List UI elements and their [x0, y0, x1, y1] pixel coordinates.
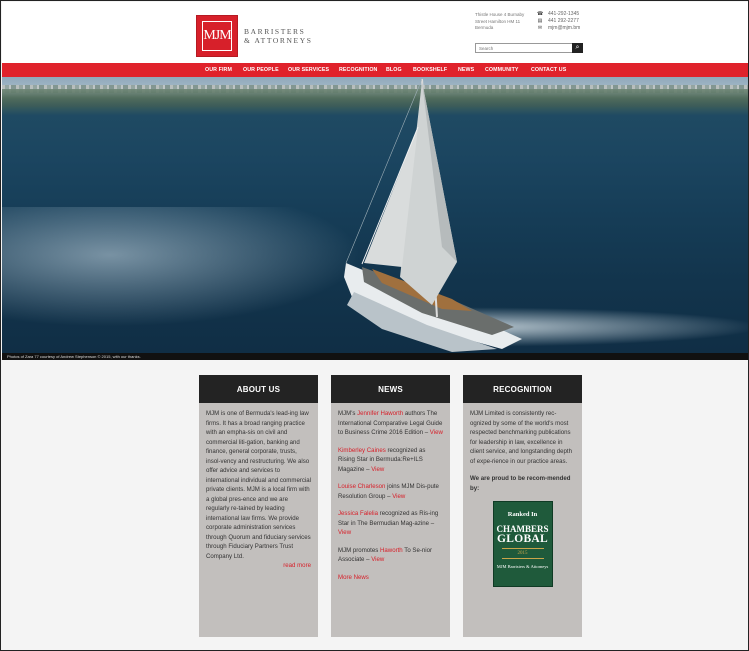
news-view-link[interactable]: View: [430, 429, 443, 436]
email-link[interactable]: mjm@mjm.bm: [548, 25, 580, 32]
about-panel: ABOUT US MJM is one of Bermuda's lead-in…: [199, 375, 318, 637]
news-item: Kimberley Caines recognized as Rising St…: [338, 446, 443, 475]
contact-phone: ☎ 441-292-1345: [537, 11, 580, 18]
fax-icon: ▤: [537, 18, 543, 24]
nav-item-contact-us[interactable]: CONTACT US: [531, 67, 566, 73]
hero-caption: Photos of Zara 77 courtesy of Andrew Ste…: [2, 353, 748, 360]
nav-item-news[interactable]: NEWS: [458, 67, 474, 73]
news-text: MJM's: [338, 410, 358, 417]
badge-line: Ranked In: [507, 511, 538, 518]
badge-line: GLOBAL: [496, 533, 548, 545]
contact-block: ☎ 441-292-1345 ▤ 441 292-2277 ✉ mjm@mjm.…: [537, 11, 580, 32]
news-item: MJM's Jennifer Haworth authors The Inter…: [338, 409, 443, 438]
read-more-link[interactable]: read more: [206, 561, 311, 571]
search-box: ⌕: [475, 43, 583, 53]
hero-slider[interactable]: [2, 77, 748, 353]
recognition-recommended: We are proud to be recom-mended by:: [470, 475, 571, 492]
nav-item-our-firm[interactable]: OUR FIRM: [205, 67, 232, 73]
badge-firm: MJM Barristers & Attorneys: [496, 564, 549, 569]
news-person-link[interactable]: Haworth: [380, 547, 403, 554]
main-nav: OUR FIRM OUR PEOPLE OUR SERVICES RECOGNI…: [2, 63, 748, 77]
news-person-link[interactable]: Jennifer Haworth: [357, 410, 403, 417]
news-person-link[interactable]: Kimberley Caines: [338, 447, 386, 454]
nav-item-blog[interactable]: BLOG: [386, 67, 402, 73]
nav-item-community[interactable]: COMMUNITY: [485, 67, 519, 73]
recognition-body: MJM Limited is consistently rec-ognized …: [463, 403, 582, 593]
news-person-link[interactable]: Louise Charleson: [338, 483, 385, 490]
fax-number: 441 292-2277: [548, 18, 579, 24]
phone-icon: ☎: [537, 11, 544, 17]
nav-item-recognition[interactable]: RECOGNITION: [339, 67, 377, 73]
badge-year: 2015: [501, 547, 544, 559]
news-item: MJM promotes Haworth To Se-nior Associat…: [338, 546, 443, 565]
nav-item-bookshelf[interactable]: BOOKSHELF: [413, 67, 447, 73]
logo-mark: MJM: [202, 21, 232, 51]
site-header: MJM BARRISTERS & ATTORNEYS Thistle House…: [2, 2, 748, 63]
address-line: Thistle House 4 Burnaby: [475, 12, 525, 17]
email-icon: ✉: [537, 25, 543, 31]
about-title: ABOUT US: [199, 375, 318, 403]
news-item: Jessica Falelia recognized as Ris-ing St…: [338, 509, 443, 538]
news-view-link[interactable]: View: [371, 466, 384, 473]
nav-item-our-people[interactable]: OUR PEOPLE: [243, 67, 279, 73]
news-person-link[interactable]: Jessica Falelia: [338, 510, 378, 517]
more-news-link[interactable]: More News: [338, 573, 443, 583]
about-text: MJM is one of Bermuda's lead-ing law fir…: [206, 410, 312, 560]
chambers-global-badge[interactable]: Ranked In CHAMBERS GLOBAL 2015 MJM Barri…: [492, 501, 553, 587]
news-view-link[interactable]: View: [338, 529, 351, 536]
news-body: MJM's Jennifer Haworth authors The Inter…: [331, 403, 450, 588]
address-line: Bermuda: [475, 25, 494, 30]
page-frame: MJM BARRISTERS & ATTORNEYS Thistle House…: [0, 0, 749, 651]
recognition-title: RECOGNITION: [463, 375, 582, 403]
catamaran-image: [344, 78, 522, 352]
search-icon[interactable]: ⌕: [572, 43, 583, 53]
address-block: Thistle House 4 Burnaby Street Hamilton …: [475, 12, 524, 32]
nav-item-our-services[interactable]: OUR SERVICES: [288, 67, 329, 73]
news-text: MJM promotes: [338, 546, 380, 554]
recognition-text: MJM Limited is consistently rec-ognized …: [470, 410, 572, 465]
contact-email: ✉ mjm@mjm.bm: [537, 25, 580, 32]
news-view-link[interactable]: View: [392, 493, 405, 500]
logo-line-2: & ATTORNEYS: [244, 36, 313, 45]
news-view-link[interactable]: View: [371, 556, 384, 563]
contact-fax: ▤ 441 292-2277: [537, 18, 580, 25]
phone-number: 441-292-1345: [548, 11, 580, 17]
recognition-panel: RECOGNITION MJM Limited is consistently …: [463, 375, 582, 637]
logo[interactable]: MJM: [196, 15, 238, 57]
news-title: NEWS: [331, 375, 450, 403]
news-item: Louise Charleson joins MJM Dis-pute Reso…: [338, 482, 443, 501]
logo-wordmark[interactable]: BARRISTERS & ATTORNEYS: [244, 27, 313, 45]
logo-line-1: BARRISTERS: [244, 27, 306, 36]
about-body: MJM is one of Bermuda's lead-ing law fir…: [199, 403, 318, 577]
search-input[interactable]: [476, 44, 572, 52]
news-panel: NEWS MJM's Jennifer Haworth authors The …: [331, 375, 450, 637]
